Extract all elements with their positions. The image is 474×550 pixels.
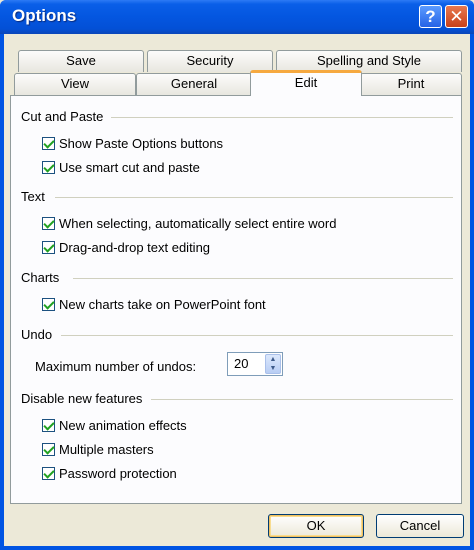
tab-view[interactable]: View [14,73,136,95]
drag-and-drop-checkbox[interactable]: Drag-and-drop text editing [42,240,210,255]
tab-print[interactable]: Print [360,73,462,95]
group-divider [111,117,453,118]
smart-cut-paste-checkbox[interactable]: Use smart cut and paste [42,160,200,175]
group-charts-label: Charts [21,270,64,285]
close-button[interactable]: ✕ [445,5,468,28]
dialog-client-area: Save Security Spelling and Style View Ge… [4,34,470,546]
help-button[interactable]: ? [419,5,442,28]
cancel-button[interactable]: Cancel [376,514,464,538]
options-dialog: Options ? ✕ Save Security Spelling and S… [0,0,474,550]
max-undos-label: Maximum number of undos: [35,359,197,374]
tab-edit[interactable]: Edit [250,70,362,96]
checkbox-label: Password protection [59,466,177,481]
max-undos-value: 20 [234,356,249,371]
tab-security[interactable]: Security [147,50,273,72]
checkbox-checked-icon [42,443,55,456]
checkbox-checked-icon [42,419,55,432]
tab-general[interactable]: General [136,73,252,95]
checkbox-checked-icon [42,467,55,480]
checkbox-checked-icon [42,217,55,230]
close-icon: ✕ [449,7,464,26]
new-charts-font-checkbox[interactable]: New charts take on PowerPoint font [42,297,266,312]
group-divider [73,278,453,279]
spin-up-down-icon[interactable]: ▲ ▼ [265,354,281,374]
tab-save[interactable]: Save [18,50,144,72]
tab-spelling-and-style[interactable]: Spelling and Style [276,50,462,72]
checkbox-label: Show Paste Options buttons [59,136,224,151]
multiple-masters-checkbox[interactable]: Multiple masters [42,442,154,457]
group-divider [61,335,453,336]
checkbox-label: New animation effects [59,418,187,433]
help-icon: ? [425,7,436,26]
checkbox-label: Multiple masters [59,442,154,457]
edit-tab-panel: Cut and Paste Show Paste Options buttons… [10,95,462,504]
group-cut-and-paste-label: Cut and Paste [21,109,108,124]
new-animation-effects-checkbox[interactable]: New animation effects [42,418,187,433]
show-paste-options-checkbox[interactable]: Show Paste Options buttons [42,136,223,151]
dialog-title: Options [12,6,77,25]
password-protection-checkbox[interactable]: Password protection [42,466,177,481]
checkbox-checked-icon [42,137,55,150]
group-divider [55,197,453,198]
checkbox-label: Use smart cut and paste [59,160,200,175]
checkbox-label: Drag-and-drop text editing [59,240,211,255]
group-divider [151,399,453,400]
group-undo-label: Undo [21,327,57,342]
checkbox-checked-icon [42,161,55,174]
select-entire-word-checkbox[interactable]: When selecting, automatically select ent… [42,216,336,231]
max-undos-stepper[interactable]: 20 ▲ ▼ [227,352,283,376]
checkbox-label: When selecting, automatically select ent… [59,216,337,231]
group-disable-features-label: Disable new features [21,391,147,406]
checkbox-label: New charts take on PowerPoint font [59,297,266,312]
title-bar[interactable]: Options ? ✕ [0,0,474,34]
checkbox-checked-icon [42,241,55,254]
group-text-label: Text [21,189,49,204]
checkbox-checked-icon [42,298,55,311]
ok-button[interactable]: OK [268,514,364,538]
